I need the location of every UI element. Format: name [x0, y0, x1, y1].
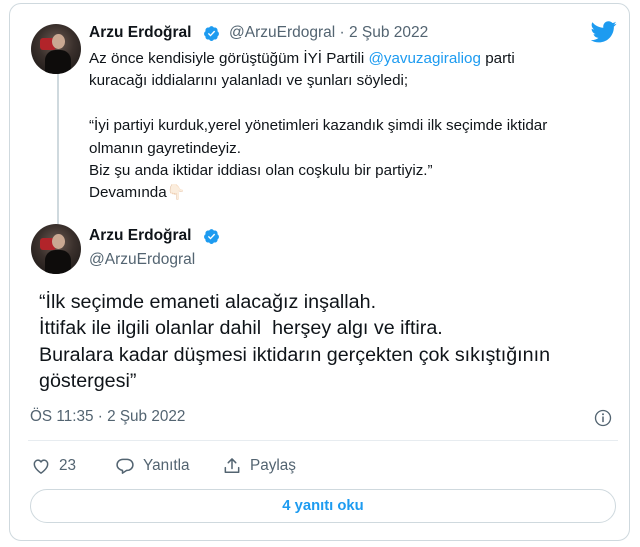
main-text-line: göstergesi” — [39, 369, 137, 392]
share-button[interactable]: Paylaş — [222, 455, 296, 477]
divider — [28, 440, 618, 441]
quoted-tweet-text: Az önce kendisiyle görüştüğüm İYİ Partil… — [89, 48, 589, 205]
main-author-handle[interactable]: @ArzuErdogral — [89, 251, 195, 269]
main-text-line: İttifak ile ilgili olanlar dahil herşey … — [39, 317, 443, 340]
main-text-line: “İlk seçimde emaneti alacağız inşallah. — [39, 291, 377, 313]
quoted-text-suffix: parti — [485, 50, 515, 67]
pointing-down-emoji: 👇🏻 — [166, 184, 186, 202]
quoted-text-line: “İyi partiyi kurduk,yerel yönetimleri ka… — [89, 117, 548, 135]
quoted-author-name[interactable]: Arzu Erdoğral — [89, 24, 191, 42]
main-tweet-text: “İlk seçimde emaneti alacağız inşallah. … — [39, 289, 629, 394]
share-label: Paylaş — [250, 457, 296, 474]
quoted-text-line: Biz şu anda iktidar iddiası olan coşkulu… — [89, 162, 433, 180]
quoted-text-prefix: Az önce kendisiyle görüştüğüm İYİ Partil… — [89, 50, 365, 67]
quoted-author-meta[interactable]: @ArzuErdogral · 2 Şub 2022 — [229, 24, 428, 42]
read-replies-label: 4 yanıtı oku — [282, 498, 364, 514]
quoted-text-line: kuracağı iddialarını yalanladı ve şunlar… — [89, 72, 409, 90]
quoted-author-avatar[interactable] — [31, 24, 81, 74]
heart-icon — [33, 459, 49, 474]
verified-badge-icon — [204, 26, 219, 41]
verified-badge-icon — [204, 229, 219, 244]
info-icon[interactable] — [594, 409, 612, 427]
like-count: 23 — [59, 457, 77, 474]
quoted-text-line: Devamında — [89, 184, 167, 202]
main-author-name[interactable]: Arzu Erdoğral — [89, 227, 191, 245]
reply-bubble-icon — [116, 458, 134, 474]
read-replies-button[interactable]: 4 yanıtı oku — [30, 489, 616, 523]
mention-link[interactable]: @yavuzagiraliog — [368, 50, 481, 67]
like-button[interactable]: 23 — [31, 455, 76, 477]
main-author-avatar[interactable] — [31, 224, 81, 274]
quoted-text-line: olmanın gayretindeyiz. — [89, 139, 241, 157]
twitter-bird-icon[interactable] — [591, 21, 617, 43]
main-text-line: Buralara kadar düşmesi iktidarın gerçekt… — [39, 343, 551, 366]
reply-button[interactable]: Yanıtla — [115, 455, 190, 477]
tweet-timestamp[interactable]: ÖS 11:35 · 2 Şub 2022 — [30, 408, 185, 426]
thread-connector-line — [57, 74, 59, 224]
share-icon — [224, 458, 240, 473]
reply-label: Yanıtla — [143, 457, 190, 474]
